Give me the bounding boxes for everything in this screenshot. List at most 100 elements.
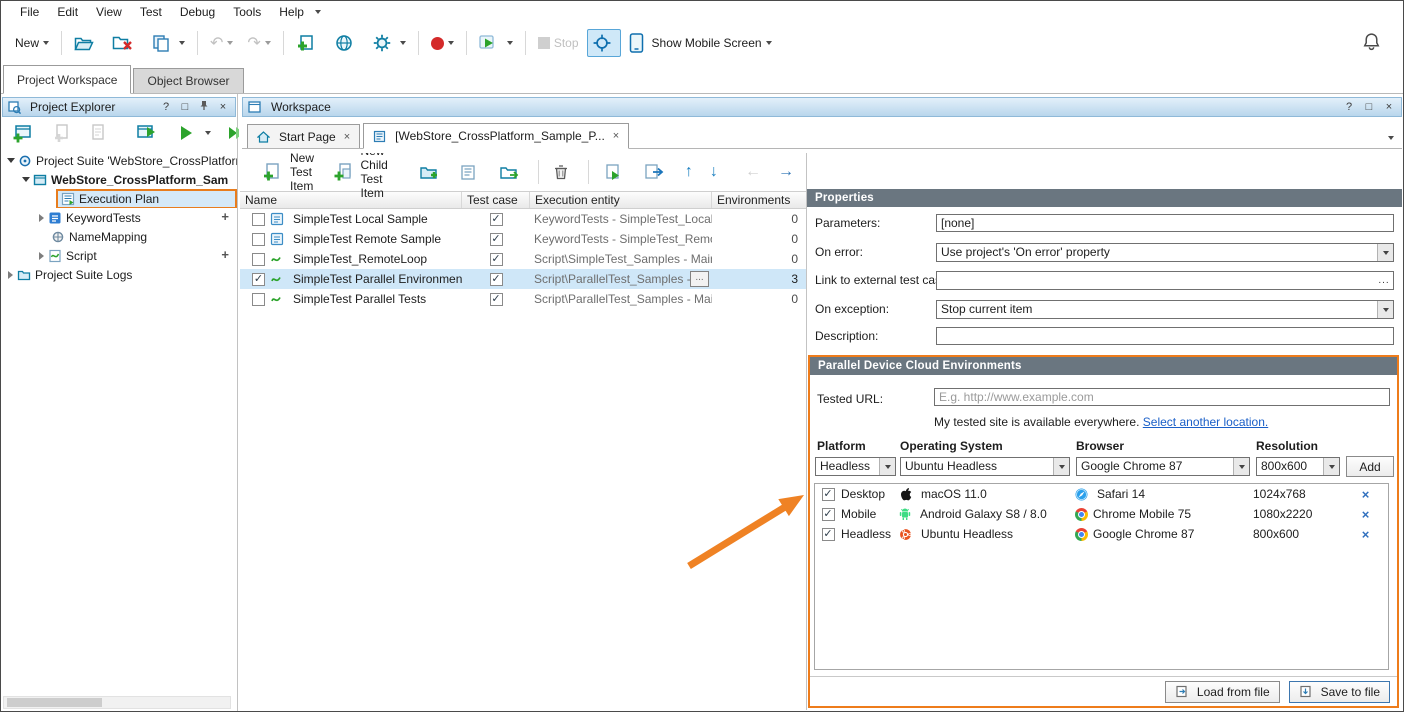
close-icon[interactable]: × xyxy=(1382,100,1396,114)
expander-icon[interactable] xyxy=(22,177,30,182)
external-test-case-field[interactable]: ... xyxy=(936,271,1394,290)
test-case-checkbox[interactable] xyxy=(490,273,503,286)
test-item-row[interactable]: SimpleTest Remote Sample KeywordTests - … xyxy=(240,229,806,249)
test-case-checkbox[interactable] xyxy=(490,233,503,246)
delete-item-button[interactable] xyxy=(547,158,579,186)
pin-icon[interactable] xyxy=(197,100,211,115)
browse-button[interactable]: ... xyxy=(1375,275,1393,286)
ungroup-items-button[interactable] xyxy=(493,158,529,186)
horizontal-scrollbar[interactable] xyxy=(3,696,231,709)
run-focused-item-button[interactable] xyxy=(598,158,633,186)
tab-start-page[interactable]: Start Page × xyxy=(247,124,360,148)
new-child-test-item-button[interactable]: New Child Test Item xyxy=(327,158,408,186)
execution-entity[interactable]: Script\ParallelTest_Samples - Main... xyxy=(530,289,712,309)
add-script-button[interactable]: + xyxy=(221,248,229,262)
remove-environment-button[interactable]: × xyxy=(1343,527,1388,542)
enabled-checkbox[interactable] xyxy=(252,253,265,266)
resolution-select[interactable]: 800x600 xyxy=(1256,457,1340,476)
tested-url-input[interactable] xyxy=(934,388,1390,406)
expander-icon[interactable] xyxy=(7,158,15,163)
copy-item-button[interactable] xyxy=(454,158,488,186)
close-icon[interactable]: × xyxy=(613,130,619,142)
remove-environment-button[interactable]: × xyxy=(1343,507,1388,522)
environment-row[interactable]: Desktop macOS 11.0 Safari 14 1024x768 × xyxy=(815,484,1388,504)
chevron-down-icon[interactable] xyxy=(315,10,321,14)
add-new-item-button[interactable] xyxy=(290,29,326,57)
enabled-checkbox[interactable] xyxy=(252,273,265,286)
menu-edit[interactable]: Edit xyxy=(48,2,87,22)
group-items-button[interactable] xyxy=(413,158,449,186)
column-environments[interactable]: Environments xyxy=(712,192,806,208)
tree-item-execution-plan[interactable]: Execution Plan xyxy=(1,189,237,208)
save-to-file-button[interactable]: Save to file xyxy=(1289,681,1390,703)
select-location-link[interactable]: Select another location. xyxy=(1143,415,1268,429)
help-icon[interactable]: ? xyxy=(159,100,173,114)
on-exception-select[interactable]: Stop current item xyxy=(936,300,1394,319)
execution-plan-selection[interactable]: Execution Plan xyxy=(56,189,237,208)
tab-list-chevron-icon[interactable] xyxy=(1388,136,1394,140)
close-icon[interactable]: × xyxy=(216,100,230,114)
column-name[interactable]: Name xyxy=(240,192,462,208)
record-button[interactable] xyxy=(425,29,460,57)
test-case-checkbox[interactable] xyxy=(490,213,503,226)
tree-item-project-suite[interactable]: Project Suite 'WebStore_CrossPlatform... xyxy=(1,151,237,170)
execution-entity[interactable]: Script\SimpleTest_Samples - Main... xyxy=(530,249,712,269)
environment-row[interactable]: Mobile Android Galaxy S8 / 8.0 Chrome Mo… xyxy=(815,504,1388,524)
maximize-icon[interactable]: □ xyxy=(178,100,192,114)
web-testing-button[interactable] xyxy=(328,29,364,57)
execution-entity[interactable]: KeywordTests - SimpleTest_Local... xyxy=(530,209,712,229)
notifications-button[interactable] xyxy=(1362,32,1385,54)
execution-entity[interactable]: KeywordTests - SimpleTest_Remo... xyxy=(530,229,712,249)
expander-icon[interactable] xyxy=(39,214,44,222)
environment-checkbox[interactable] xyxy=(822,488,835,501)
test-case-checkbox[interactable] xyxy=(490,253,503,266)
redo-button[interactable]: ↷ xyxy=(241,29,276,57)
environment-checkbox[interactable] xyxy=(822,508,835,521)
display-object-spy-button[interactable] xyxy=(587,29,621,57)
run-project-item-button[interactable] xyxy=(171,119,217,147)
outdent-item-button[interactable]: ← xyxy=(739,158,767,186)
save-all-button[interactable] xyxy=(146,29,191,57)
description-input[interactable] xyxy=(936,327,1394,345)
move-up-button[interactable]: ↑ xyxy=(679,158,699,186)
tree-item-project-suite-logs[interactable]: Project Suite Logs xyxy=(1,265,237,284)
execution-entity[interactable]: Script\ParallelTest_Samples - ... xyxy=(534,272,704,286)
menu-file[interactable]: File xyxy=(11,2,48,22)
expander-icon[interactable] xyxy=(8,271,13,279)
tab-project-workspace[interactable]: Project Workspace xyxy=(3,65,131,94)
close-file-button[interactable] xyxy=(106,29,144,57)
menu-help[interactable]: Help xyxy=(270,2,313,22)
move-down-button[interactable]: ↓ xyxy=(704,158,724,186)
remove-environment-button[interactable]: × xyxy=(1343,487,1388,502)
menu-tools[interactable]: Tools xyxy=(224,2,270,22)
os-select[interactable]: Ubuntu Headless xyxy=(900,457,1070,476)
parameters-input[interactable] xyxy=(936,214,1394,232)
column-test-case[interactable]: Test case xyxy=(462,192,530,208)
expander-icon[interactable] xyxy=(39,252,44,260)
help-icon[interactable]: ? xyxy=(1342,100,1356,114)
enabled-checkbox[interactable] xyxy=(252,213,265,226)
options-button[interactable] xyxy=(366,29,412,57)
tree-item-keywordtests[interactable]: KeywordTests + xyxy=(1,208,237,227)
external-test-case-input[interactable] xyxy=(937,273,1375,289)
undo-button[interactable]: ↶ xyxy=(204,29,239,57)
add-new-project-button[interactable] xyxy=(6,119,44,147)
scrollbar-thumb[interactable] xyxy=(7,698,102,707)
test-item-row-selected[interactable]: SimpleTest Parallel Environments Script\… xyxy=(240,269,806,289)
browser-select[interactable]: Google Chrome 87 xyxy=(1076,457,1250,476)
tab-execution-plan-editor[interactable]: [WebStore_CrossPlatform_Sample_P... × xyxy=(363,123,629,149)
menu-test[interactable]: Test xyxy=(131,2,171,22)
new-button[interactable]: New xyxy=(9,29,55,57)
enabled-checkbox[interactable] xyxy=(252,233,265,246)
test-case-checkbox[interactable] xyxy=(490,293,503,306)
run-button[interactable] xyxy=(473,29,519,57)
environment-row[interactable]: Headless Ubuntu Headless Google Chrome 8… xyxy=(815,524,1388,544)
add-existing-item-button[interactable] xyxy=(84,119,116,147)
on-error-select[interactable]: Use project's 'On error' property xyxy=(936,243,1394,262)
enabled-checkbox[interactable] xyxy=(252,293,265,306)
add-environment-button[interactable]: Add xyxy=(1346,456,1394,477)
open-button[interactable] xyxy=(68,29,104,57)
tree-item-project[interactable]: WebStore_CrossPlatform_Sam xyxy=(1,170,237,189)
run-project-button[interactable] xyxy=(130,119,168,147)
platform-select[interactable]: Headless xyxy=(815,457,896,476)
